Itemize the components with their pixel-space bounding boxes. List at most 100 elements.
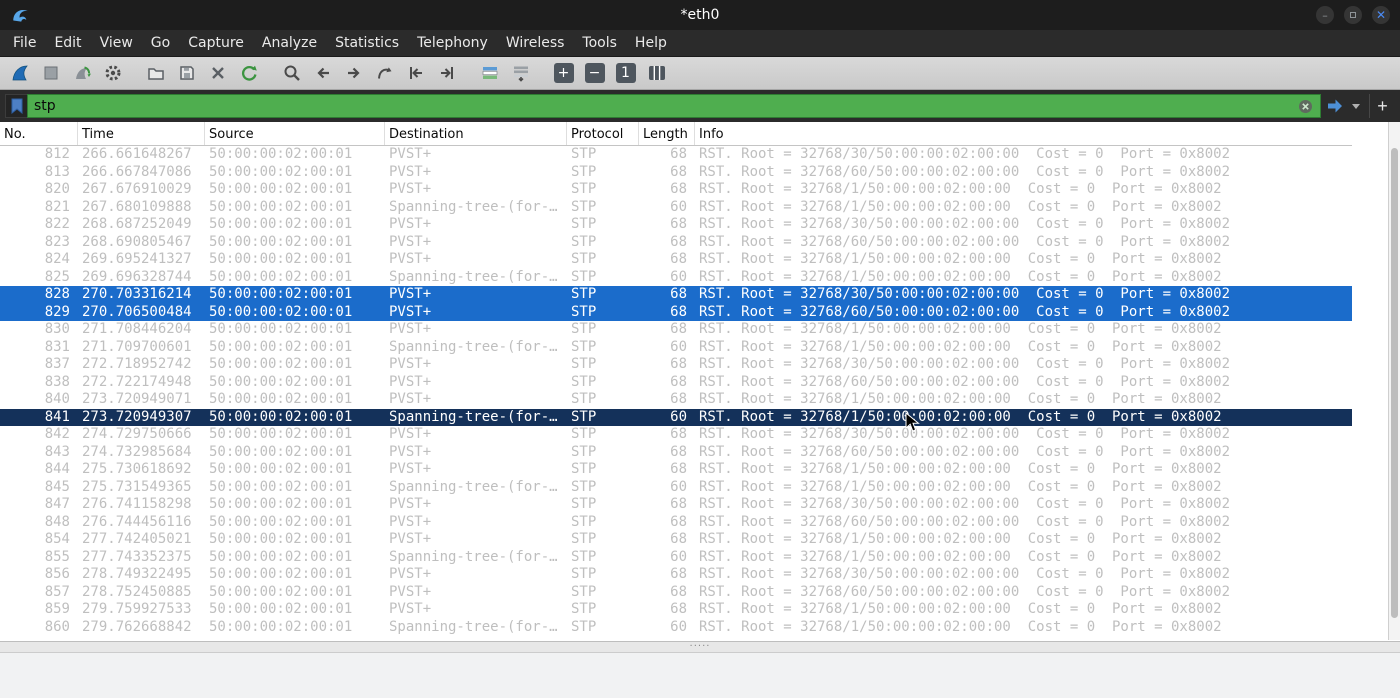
- cell-destination: PVST+: [389, 146, 432, 162]
- column-header-source[interactable]: Source: [205, 122, 385, 145]
- menu-help[interactable]: Help: [626, 30, 676, 56]
- cell-destination: Spanning-tree-(for-…: [389, 408, 558, 425]
- cell-length: 60: [670, 478, 687, 495]
- capture-options-button[interactable]: [97, 59, 128, 87]
- packet-row-829[interactable]: 829 270.706500484 50:00:00:02:00:01 PVST+ ST…: [0, 303, 1352, 321]
- goto-packet-button[interactable]: [369, 59, 400, 87]
- cell-no: 840: [44, 391, 70, 407]
- packet-row-843[interactable]: 843 274.732985684 50:00:00:02:00:01 PVST+ ST…: [0, 444, 1352, 462]
- cell-time: 276.744456116: [82, 513, 192, 530]
- save-file-button[interactable]: [171, 59, 202, 87]
- scrollbar-thumb[interactable]: [1391, 148, 1398, 618]
- cell-destination: PVST+: [389, 216, 432, 232]
- cell-info: RST. Root = 32768/1/50:00:00:02:00:00 Co…: [699, 338, 1222, 355]
- maximize-button[interactable]: [1344, 6, 1362, 24]
- packet-row-831[interactable]: 831 271.709700601 50:00:00:02:00:01 Spannin…: [0, 339, 1352, 357]
- menu-go[interactable]: Go: [142, 30, 179, 56]
- zoom-out-button[interactable]: −: [579, 59, 610, 87]
- cell-length: 68: [670, 181, 687, 197]
- apply-filter-arrow-icon: [1328, 99, 1342, 113]
- filter-bookmark-button[interactable]: [5, 94, 27, 118]
- filter-add-button[interactable]: +: [1369, 94, 1395, 118]
- filter-apply-button[interactable]: [1321, 94, 1349, 118]
- packet-row-841[interactable]: 841 273.720949307 50:00:00:02:00:01 Spannin…: [0, 408, 1352, 426]
- column-header-protocol[interactable]: Protocol: [567, 122, 639, 145]
- stop-capture-button[interactable]: [35, 59, 66, 87]
- close-button[interactable]: ✕: [1372, 6, 1390, 24]
- cell-protocol: STP: [571, 286, 597, 302]
- packet-row-820[interactable]: 820 267.676910029 50:00:00:02:00:01 PVST+ ST…: [0, 181, 1352, 199]
- cell-length: 60: [670, 268, 687, 285]
- packet-row-824[interactable]: 824 269.695241327 50:00:00:02:00:01 PVST+ ST…: [0, 251, 1352, 269]
- cell-protocol: STP: [571, 391, 597, 407]
- packet-row-821[interactable]: 821 267.680109888 50:00:00:02:00:01 Spannin…: [0, 199, 1352, 217]
- vertical-scrollbar[interactable]: [1388, 122, 1400, 640]
- pane-splitter[interactable]: ·····: [0, 641, 1400, 653]
- window-title: *eth0: [680, 7, 720, 23]
- open-file-button[interactable]: [140, 59, 171, 87]
- packet-row-860[interactable]: 860 279.762668842 50:00:00:02:00:01 Spannin…: [0, 619, 1352, 637]
- column-header-length[interactable]: Length: [639, 122, 695, 145]
- next-packet-button[interactable]: [338, 59, 369, 87]
- minimize-button[interactable]: –: [1316, 6, 1334, 24]
- packet-row-813[interactable]: 813 266.667847086 50:00:00:02:00:01 PVST+ ST…: [0, 164, 1352, 182]
- menu-edit[interactable]: Edit: [45, 30, 90, 56]
- colorize-packets-button[interactable]: [474, 59, 505, 87]
- packet-row-855[interactable]: 855 277.743352375 50:00:00:02:00:01 Spannin…: [0, 549, 1352, 567]
- packet-row-822[interactable]: 822 268.687252049 50:00:00:02:00:01 PVST+ ST…: [0, 216, 1352, 234]
- packet-row-857[interactable]: 857 278.752450885 50:00:00:02:00:01 PVST+ ST…: [0, 584, 1352, 602]
- cell-no: 848: [44, 513, 70, 530]
- cell-no: 843: [44, 443, 70, 460]
- resize-columns-button[interactable]: [641, 59, 672, 87]
- cell-no: 821: [44, 198, 70, 215]
- cell-source: 50:00:00:02:00:01: [209, 618, 353, 635]
- menu-tools[interactable]: Tools: [573, 30, 626, 56]
- first-packet-button[interactable]: [400, 59, 431, 87]
- cell-no: 812: [44, 146, 70, 162]
- column-header-time[interactable]: Time: [78, 122, 205, 145]
- filter-clear-button[interactable]: [1296, 97, 1314, 115]
- packet-row-847[interactable]: 847 276.741158298 50:00:00:02:00:01 PVST+ ST…: [0, 496, 1352, 514]
- menu-analyze[interactable]: Analyze: [253, 30, 326, 56]
- last-packet-button[interactable]: [431, 59, 462, 87]
- start-capture-button[interactable]: [4, 59, 35, 87]
- auto-scroll-button[interactable]: [505, 59, 536, 87]
- cell-protocol: STP: [571, 338, 597, 355]
- display-filter-input[interactable]: stp: [27, 94, 1321, 118]
- packet-row-845[interactable]: 845 275.731549365 50:00:00:02:00:01 Spannin…: [0, 479, 1352, 497]
- packet-row-823[interactable]: 823 268.690805467 50:00:00:02:00:01 PVST+ ST…: [0, 234, 1352, 252]
- packet-row-828[interactable]: 828 270.703316214 50:00:00:02:00:01 PVST+ ST…: [0, 286, 1352, 304]
- cell-no: 831: [44, 338, 70, 355]
- menu-statistics[interactable]: Statistics: [326, 30, 408, 56]
- menu-view[interactable]: View: [91, 30, 142, 56]
- column-header-no[interactable]: No.: [0, 122, 78, 145]
- reload-button[interactable]: [233, 59, 264, 87]
- packet-row-856[interactable]: 856 278.749322495 50:00:00:02:00:01 PVST+ ST…: [0, 566, 1352, 584]
- menu-telephony[interactable]: Telephony: [408, 30, 497, 56]
- packet-row-830[interactable]: 830 271.708446204 50:00:00:02:00:01 PVST+ ST…: [0, 321, 1352, 339]
- close-file-button[interactable]: [202, 59, 233, 87]
- restart-capture-button[interactable]: [66, 59, 97, 87]
- menu-wireless[interactable]: Wireless: [497, 30, 574, 56]
- filter-dropdown-button[interactable]: [1349, 94, 1363, 118]
- packet-row-854[interactable]: 854 277.742405021 50:00:00:02:00:01 PVST+ ST…: [0, 531, 1352, 549]
- cell-protocol: STP: [571, 408, 597, 425]
- column-header-info[interactable]: Info: [695, 122, 1352, 145]
- column-header-destination[interactable]: Destination: [385, 122, 567, 145]
- cell-protocol: STP: [571, 548, 597, 565]
- packet-row-825[interactable]: 825 269.696328744 50:00:00:02:00:01 Spannin…: [0, 269, 1352, 287]
- packet-row-844[interactable]: 844 275.730618692 50:00:00:02:00:01 PVST+ ST…: [0, 461, 1352, 479]
- packet-row-840[interactable]: 840 273.720949071 50:00:00:02:00:01 PVST+ ST…: [0, 391, 1352, 409]
- find-packet-button[interactable]: [276, 59, 307, 87]
- previous-packet-button[interactable]: [307, 59, 338, 87]
- packet-row-812[interactable]: 812 266.661648267 50:00:00:02:00:01 PVST+ ST…: [0, 146, 1352, 164]
- packet-row-848[interactable]: 848 276.744456116 50:00:00:02:00:01 PVST+ ST…: [0, 514, 1352, 532]
- packet-row-838[interactable]: 838 272.722174948 50:00:00:02:00:01 PVST+ ST…: [0, 374, 1352, 392]
- packet-row-859[interactable]: 859 279.759927533 50:00:00:02:00:01 PVST+ ST…: [0, 601, 1352, 619]
- zoom-original-button[interactable]: 1: [610, 59, 641, 87]
- packet-row-842[interactable]: 842 274.729750666 50:00:00:02:00:01 PVST+ ST…: [0, 426, 1352, 444]
- menu-file[interactable]: File: [4, 30, 45, 56]
- menu-capture[interactable]: Capture: [179, 30, 253, 56]
- packet-row-837[interactable]: 837 272.718952742 50:00:00:02:00:01 PVST+ ST…: [0, 356, 1352, 374]
- zoom-in-button[interactable]: +: [548, 59, 579, 87]
